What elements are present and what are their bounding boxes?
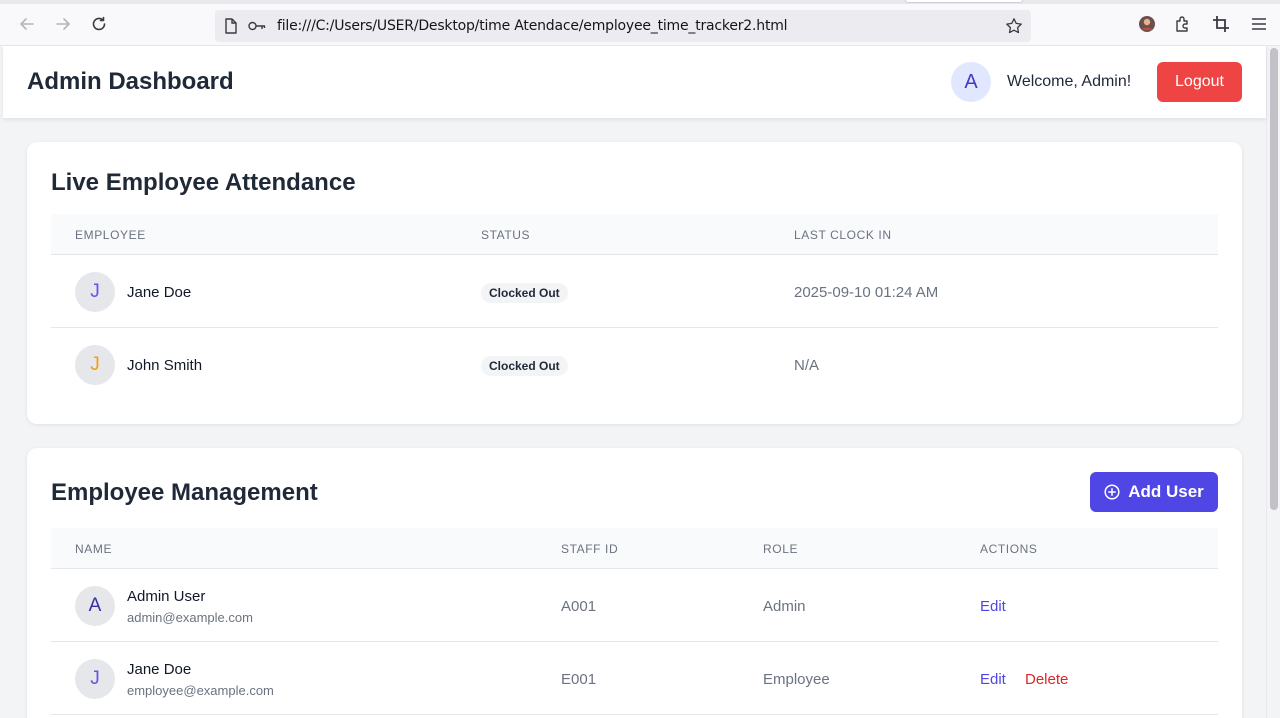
avatar: J [75, 272, 115, 312]
edit-link[interactable]: Edit [980, 671, 1006, 688]
last-clock-in: N/A [794, 357, 820, 374]
staff-id: A001 [561, 598, 597, 615]
logout-button[interactable]: Logout [1157, 62, 1242, 102]
attendance-table-header: EMPLOYEE STATUS LAST CLOCK IN [51, 214, 1218, 255]
avatar: A [951, 62, 991, 102]
user-role: Employee [763, 671, 830, 688]
table-row: J Jane Doe Clocked Out 2025-09-10 01:24 … [51, 255, 1218, 328]
column-header-last-clock-in: LAST CLOCK IN [794, 228, 892, 242]
delete-link[interactable]: Delete [1025, 671, 1068, 688]
add-user-label: Add User [1128, 482, 1204, 501]
management-table-header: NAME STAFF ID ROLE ACTIONS [51, 528, 1218, 569]
page-title: Admin Dashboard [27, 68, 234, 95]
table-row: A Admin User admin@example.com A001 Admi… [51, 569, 1218, 642]
user-email: admin@example.com [127, 610, 253, 625]
browser-toolbar: file:///C:/Users/USER/Desktop/time Atend… [0, 0, 1280, 46]
avatar: J [75, 345, 115, 385]
key-icon[interactable] [248, 17, 266, 35]
app-header: Admin Dashboard A Welcome, Admin! Logout [3, 46, 1266, 118]
user-name: Jane Doe [127, 661, 192, 678]
user-role: Admin [763, 598, 806, 615]
plus-circle-icon [1104, 484, 1120, 500]
column-header-employee: EMPLOYEE [75, 228, 146, 242]
edit-link[interactable]: Edit [980, 598, 1006, 615]
user-name: Admin User [127, 588, 206, 605]
column-header-status: STATUS [481, 228, 531, 242]
bookmark-star-icon[interactable] [1005, 17, 1023, 35]
profile-avatar-icon[interactable] [1137, 14, 1157, 34]
welcome-text: Welcome, Admin! [1007, 73, 1132, 90]
employee-name: John Smith [127, 357, 203, 374]
attendance-title: Live Employee Attendance [51, 169, 356, 196]
url-text[interactable]: file:///C:/Users/USER/Desktop/time Atend… [277, 18, 788, 34]
employee-name: Jane Doe [127, 284, 192, 301]
staff-id: E001 [561, 671, 597, 688]
management-card: Employee Management Add User NAME STAFF … [27, 448, 1242, 718]
extensions-icon[interactable] [1173, 14, 1193, 34]
column-header-role: ROLE [763, 542, 799, 556]
back-icon[interactable] [15, 12, 39, 36]
avatar: J [75, 659, 115, 699]
screenshot-crop-icon[interactable] [1211, 14, 1231, 34]
user-email: employee@example.com [127, 683, 274, 698]
add-user-button[interactable]: Add User [1090, 472, 1218, 512]
table-row: J John Smith Clocked Out N/A [51, 328, 1218, 401]
last-clock-in: 2025-09-10 01:24 AM [794, 284, 939, 301]
page-scrollbar[interactable] [1266, 46, 1280, 718]
tab-strip [0, 0, 1280, 4]
column-header-name: NAME [75, 542, 113, 556]
attendance-card: Live Employee Attendance EMPLOYEE STATUS… [27, 142, 1242, 424]
status-badge: Clocked Out [481, 283, 568, 303]
address-bar[interactable]: file:///C:/Users/USER/Desktop/time Atend… [215, 10, 1031, 42]
column-header-staff-id: STAFF ID [561, 542, 619, 556]
column-header-actions: ACTIONS [980, 542, 1038, 556]
status-badge: Clocked Out [481, 356, 568, 376]
scrollbar-thumb[interactable] [1270, 48, 1278, 510]
browser-tab[interactable] [905, 0, 1023, 3]
forward-icon[interactable] [51, 12, 75, 36]
table-row: J Jane Doe employee@example.com E001 Emp… [51, 642, 1218, 715]
reload-icon[interactable] [87, 12, 111, 36]
menu-icon[interactable] [1249, 14, 1269, 34]
management-title: Employee Management [51, 479, 318, 506]
avatar: A [75, 586, 115, 626]
file-icon [222, 17, 240, 35]
